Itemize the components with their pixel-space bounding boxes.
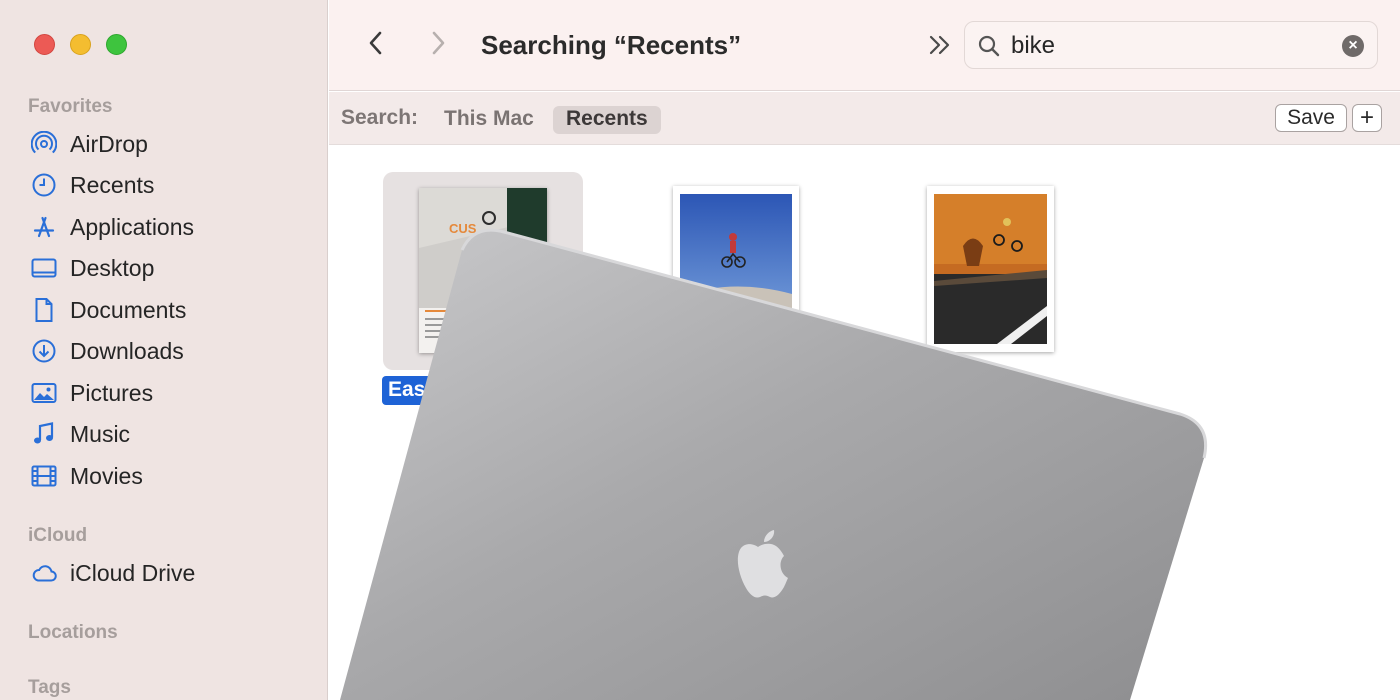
sidebar-item-label: Recents <box>70 171 155 198</box>
sidebar-item-label: Downloads <box>70 337 184 364</box>
scope-this-mac[interactable]: This Mac <box>444 107 534 131</box>
sidebar-item-icloud-drive[interactable]: iCloud Drive <box>30 556 195 590</box>
sidebar-section-locations: Locations <box>28 622 118 643</box>
download-icon <box>30 337 58 365</box>
sidebar-item-label: Music <box>70 420 131 447</box>
search-icon <box>978 35 1000 57</box>
cloud-icon <box>30 559 58 587</box>
window-controls <box>34 34 127 55</box>
sidebar-item-pictures[interactable]: Pictures <box>30 376 153 410</box>
sidebar-item-label: iCloud Drive <box>70 559 196 586</box>
search-scope-bar: Search: This Mac Recents Save + <box>329 92 1400 145</box>
sidebar-section-tags: Tags <box>28 677 71 698</box>
airdrop-icon <box>30 130 58 158</box>
search-input[interactable] <box>1011 30 1331 62</box>
document-thumbnail: CUS B <box>419 188 547 353</box>
sidebar-item-documents[interactable]: Documents <box>30 293 186 327</box>
sidebar-item-applications[interactable]: Applications <box>30 210 194 244</box>
sidebar-item-airdrop[interactable]: AirDrop <box>30 127 148 161</box>
sidebar-section-favorites: Favorites <box>28 96 113 117</box>
chevron-right-icon <box>432 31 445 55</box>
sidebar-item-music[interactable]: Music <box>30 417 130 451</box>
file-item-selected[interactable]: CUS B <box>383 172 583 370</box>
chevron-left-icon <box>369 31 382 55</box>
window-title: Searching “Recents” <box>481 30 742 60</box>
save-search-button[interactable]: Save <box>1275 104 1347 132</box>
toolbar: Searching “Recents” × <box>329 0 1400 91</box>
sidebar-item-label: Movies <box>70 462 143 489</box>
image-thumbnail-bmx-street[interactable] <box>927 186 1054 352</box>
zoom-window-button[interactable] <box>106 34 127 55</box>
clock-icon <box>30 171 58 199</box>
movies-icon <box>30 462 58 490</box>
scope-label: Search: <box>341 106 419 129</box>
minimize-window-button[interactable] <box>70 34 91 55</box>
clear-search-icon[interactable]: × <box>1342 35 1364 57</box>
image-thumbnail-bmx-sky[interactable] <box>673 186 799 346</box>
sidebar: Favorites AirDrop Recents Applications D… <box>0 0 328 700</box>
scope-recents[interactable]: Recents <box>553 106 661 134</box>
sidebar-item-label: Desktop <box>70 254 155 281</box>
more-toolbar-items-icon[interactable] <box>927 32 953 58</box>
applications-icon <box>30 213 58 241</box>
sidebar-section-icloud: iCloud <box>28 525 88 546</box>
file-name-label[interactable]: Easy <box>382 376 442 405</box>
sidebar-item-movies[interactable]: Movies <box>30 459 143 493</box>
sidebar-item-recents[interactable]: Recents <box>30 168 154 202</box>
back-button[interactable] <box>361 26 391 60</box>
apple-logo-icon <box>737 530 788 598</box>
thumbnail-title-text: B <box>477 236 486 251</box>
desktop-icon <box>30 254 58 282</box>
sidebar-item-desktop[interactable]: Desktop <box>30 251 154 285</box>
thumbnail-title-text: CUS <box>449 221 477 236</box>
document-icon <box>30 296 58 324</box>
sidebar-item-downloads[interactable]: Downloads <box>30 334 184 368</box>
search-field[interactable]: × <box>964 21 1378 69</box>
close-window-button[interactable] <box>34 34 55 55</box>
pictures-icon <box>30 379 58 407</box>
sidebar-item-label: AirDrop <box>70 130 148 157</box>
sidebar-item-label: Documents <box>70 296 187 323</box>
add-criteria-button[interactable]: + <box>1352 104 1382 132</box>
sidebar-item-label: Pictures <box>70 379 154 406</box>
music-icon <box>30 420 58 448</box>
sidebar-item-label: Applications <box>70 213 195 240</box>
forward-button[interactable] <box>423 26 453 60</box>
